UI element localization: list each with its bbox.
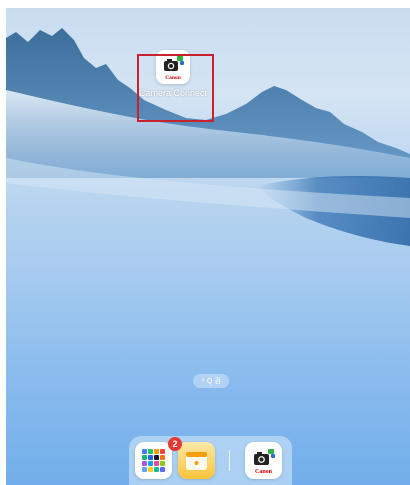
canon-camera-connect-icon: Canon xyxy=(254,449,275,475)
canon-brand-text: Canon xyxy=(255,469,273,475)
selection-highlight xyxy=(137,54,214,122)
home-search-pill[interactable]: ⌕ Q 검 xyxy=(193,374,229,388)
notification-badge: 2 xyxy=(168,437,182,451)
dock-divider xyxy=(229,450,230,471)
notes-icon xyxy=(186,452,207,470)
camera-connect-dock-button[interactable]: Canon xyxy=(245,442,282,479)
search-icon: ⌕ xyxy=(201,377,206,384)
app-library-button[interactable] xyxy=(135,442,172,479)
search-pill-label: Q 검 xyxy=(207,378,221,385)
dock: Canon xyxy=(129,436,292,485)
app-library-icon xyxy=(142,449,165,472)
notes-app-button[interactable] xyxy=(178,442,215,479)
